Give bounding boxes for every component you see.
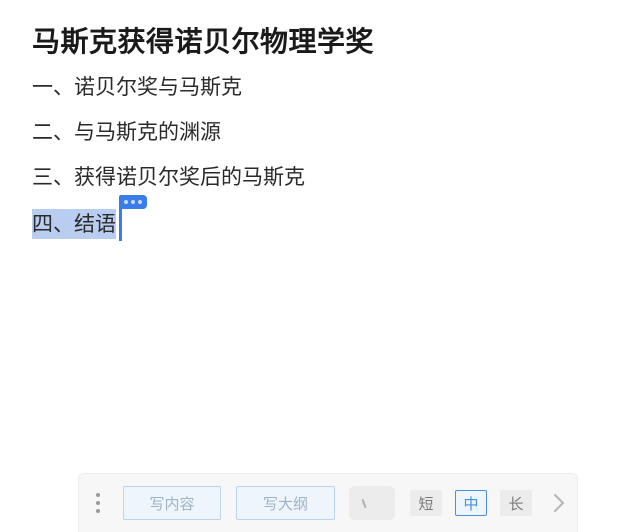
- length-short-button[interactable]: 短: [410, 490, 442, 516]
- ai-writing-toolbar: 写内容 写大纲 短 中 长: [78, 473, 578, 532]
- document-title[interactable]: 马斯克获得诺贝尔物理学奖: [32, 20, 374, 60]
- outline-item-2[interactable]: 二、与马斯克的渊源: [32, 117, 221, 147]
- outline-item-4[interactable]: 四、结语: [32, 209, 116, 239]
- length-long-button[interactable]: 长: [500, 490, 532, 516]
- outline-item-1[interactable]: 一、诺贝尔奖与马斯克: [32, 72, 242, 102]
- cursor-handle-icon[interactable]: [119, 195, 147, 209]
- write-outline-button[interactable]: 写大纲: [236, 486, 335, 520]
- selected-text[interactable]: 四、结语: [32, 209, 116, 239]
- editor-page: 马斯克获得诺贝尔物理学奖 一、诺贝尔奖与马斯克 二、与马斯克的渊源 三、获得诺贝…: [0, 0, 640, 532]
- text-cursor[interactable]: [119, 205, 122, 241]
- prompt-input[interactable]: [349, 486, 395, 520]
- input-cursor-icon: [361, 498, 367, 509]
- chevron-right-icon[interactable]: [549, 492, 569, 514]
- drag-handle-icon[interactable]: [95, 493, 101, 513]
- write-content-button[interactable]: 写内容: [123, 486, 221, 520]
- length-medium-button[interactable]: 中: [455, 490, 487, 516]
- outline-item-3[interactable]: 三、获得诺贝尔奖后的马斯克: [32, 162, 305, 192]
